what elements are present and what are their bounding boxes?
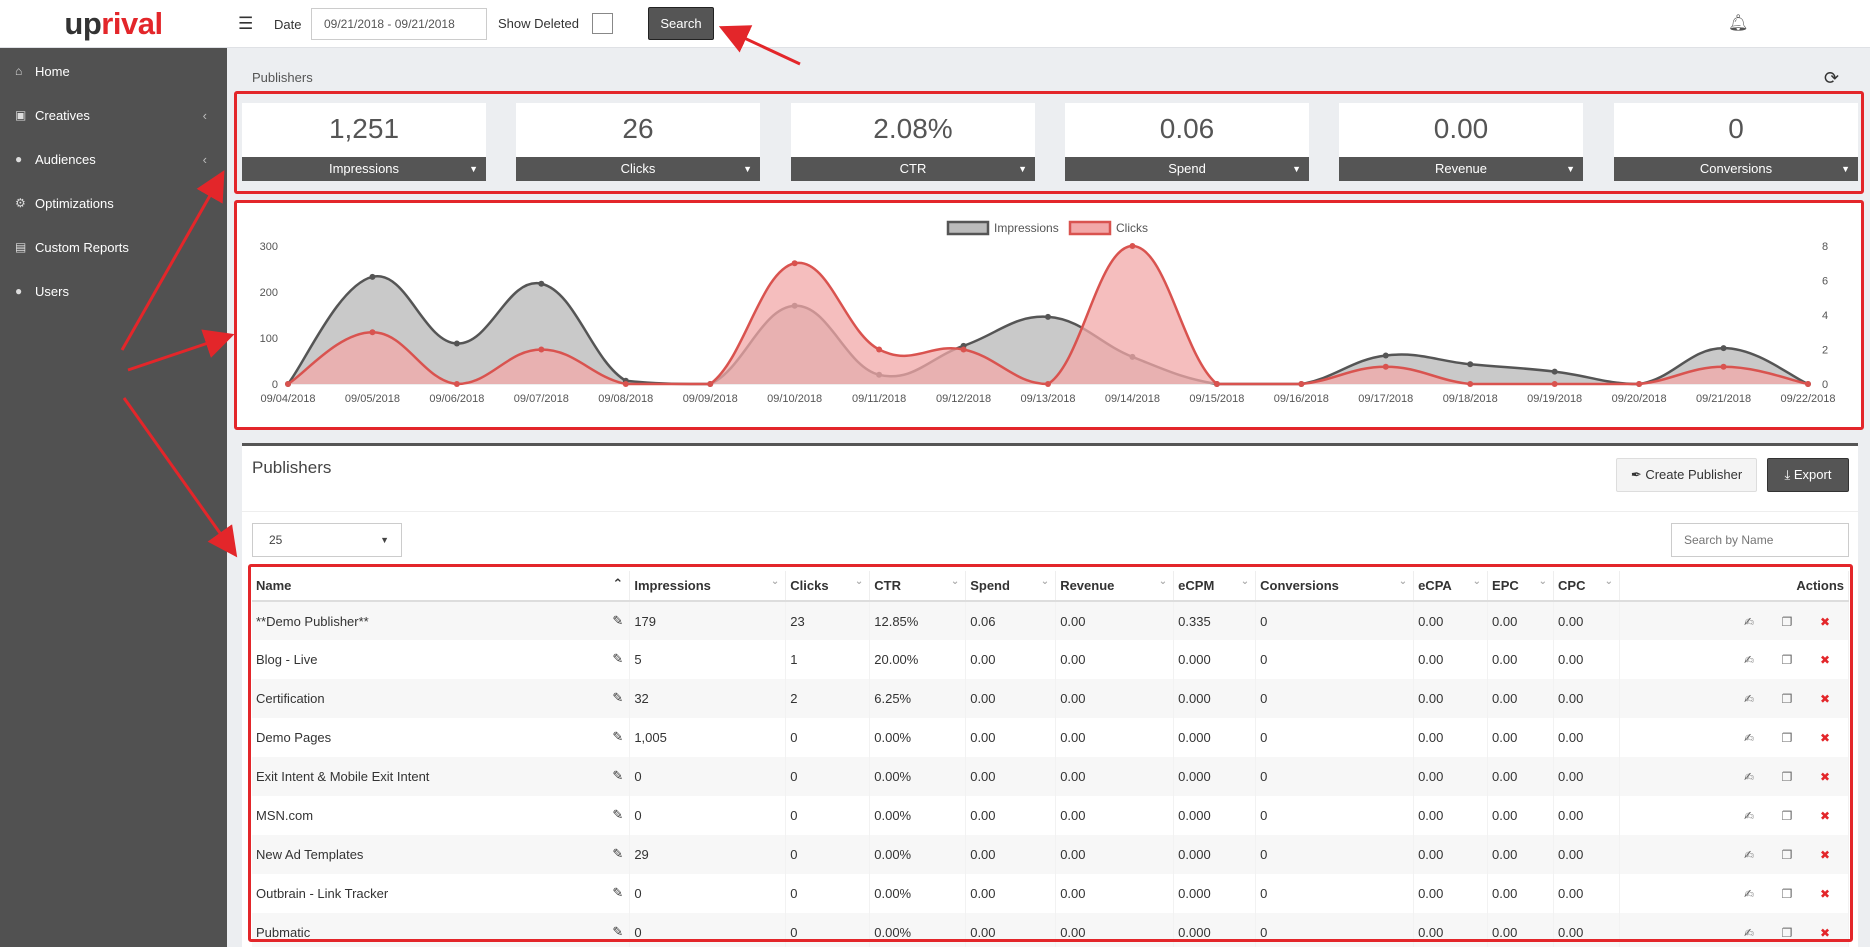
annotation-frame-chart: [234, 200, 1864, 430]
create-publisher-button[interactable]: ✒ Create Publisher: [1616, 458, 1757, 492]
date-label: Date: [274, 17, 302, 32]
export-label: Export: [1793, 467, 1832, 482]
home-icon: ⌂: [15, 64, 23, 78]
bell-icon[interactable]: 🔔︎: [1728, 13, 1748, 33]
sidebar-item-optimizations[interactable]: ⚙ Optimizations: [0, 183, 227, 223]
page-size-select[interactable]: 25 ▼: [252, 523, 402, 557]
refresh-icon[interactable]: ⟳: [1824, 68, 1839, 89]
sidebar-item-creatives[interactable]: ▣ Creatives ‹: [0, 95, 227, 135]
page-size-value: 25: [269, 533, 283, 547]
sidebar-item-label: Optimizations: [35, 195, 114, 211]
sidebar-item-users[interactable]: ● Users: [0, 271, 227, 311]
export-button[interactable]: ⤓ Export: [1767, 458, 1849, 492]
cogs-icon: ⚙: [15, 196, 26, 210]
date-range-input[interactable]: [311, 8, 487, 40]
chevron-left-icon: ‹: [202, 107, 207, 123]
user-icon: ●: [15, 284, 23, 298]
sidebar: ⌂ Home ▣ Creatives ‹ ● Audiences ‹ ⚙ Opt…: [0, 48, 227, 947]
download-icon: ⤓: [1784, 467, 1794, 482]
uprival-logo[interactable]: up rival: [0, 0, 227, 48]
logo-text-suffix: rival: [101, 6, 163, 41]
sidebar-item-custom-reports[interactable]: ▤ Custom Reports: [0, 227, 227, 267]
publishers-title: Publishers: [252, 458, 332, 477]
magic-wand-icon: ✒: [1630, 467, 1646, 482]
sidebar-item-label: Home: [35, 63, 70, 79]
users-icon: ●: [15, 152, 23, 166]
search-button[interactable]: Search: [648, 7, 714, 40]
logo-text-prefix: up: [64, 6, 102, 41]
show-deleted-checkbox[interactable]: [592, 13, 613, 34]
divider: [242, 511, 1858, 512]
sidebar-item-label: Users: [35, 283, 69, 299]
caret-down-icon: ▼: [380, 535, 389, 545]
annotation-frame-table: [248, 564, 1853, 942]
sidebar-item-label: Creatives: [35, 107, 90, 123]
image-icon: ▣: [15, 108, 27, 122]
sidebar-item-home[interactable]: ⌂ Home: [0, 51, 227, 91]
annotation-frame-stats: [234, 91, 1864, 194]
file-icon: ▤: [15, 240, 27, 254]
hamburger-menu-icon[interactable]: ☰: [238, 13, 260, 35]
top-bar: uprival ☰ Date Show Deleted Search 🔔︎: [0, 0, 1870, 48]
sidebar-item-label: Custom Reports: [35, 239, 129, 255]
create-publisher-label: Create Publisher: [1645, 467, 1743, 482]
sidebar-item-label: Audiences: [35, 151, 96, 167]
page-title: Publishers: [252, 70, 313, 85]
chevron-left-icon: ‹: [202, 151, 207, 167]
show-deleted-label: Show Deleted: [498, 16, 579, 31]
search-by-name-input[interactable]: [1671, 523, 1849, 557]
sidebar-item-audiences[interactable]: ● Audiences ‹: [0, 139, 227, 179]
